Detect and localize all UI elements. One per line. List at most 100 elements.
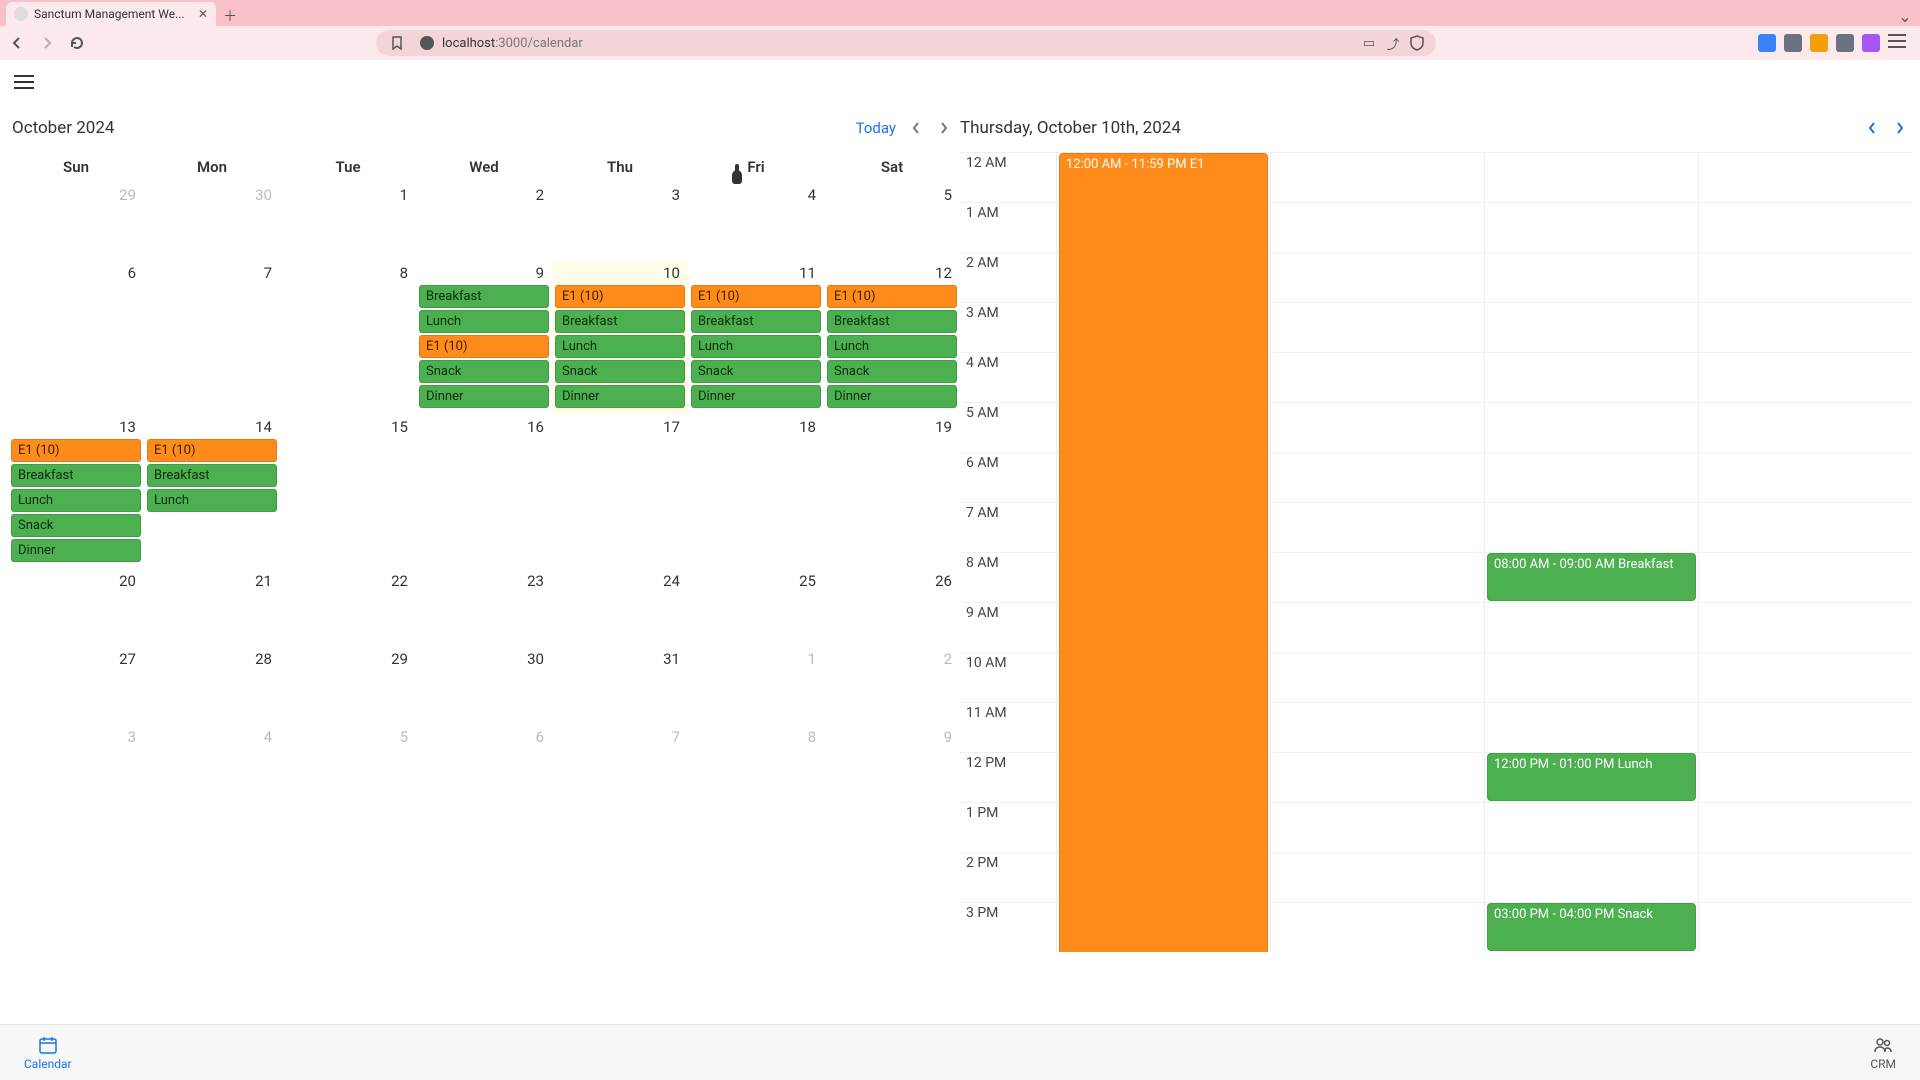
extension-icon[interactable] [1810, 34, 1828, 52]
month-event[interactable]: Snack [11, 514, 141, 537]
day-cell[interactable]: 16 [416, 414, 552, 568]
month-event[interactable]: E1 (10) [555, 285, 685, 308]
month-event[interactable]: Dinner [555, 385, 685, 408]
day-cell[interactable]: 5 [824, 182, 960, 260]
day-cell[interactable]: 6 [8, 260, 144, 414]
month-event[interactable]: Lunch [419, 310, 549, 333]
day-cell[interactable]: 8 [280, 260, 416, 414]
month-prev-button[interactable] [904, 116, 928, 140]
day-cell[interactable]: 29 [8, 182, 144, 260]
bookmark-icon[interactable] [386, 32, 408, 54]
month-event[interactable]: Lunch [147, 489, 277, 512]
month-event[interactable]: Dinner [827, 385, 957, 408]
day-cell[interactable]: 7 [552, 724, 688, 802]
day-cell[interactable]: 28 [144, 646, 280, 724]
month-event[interactable]: Snack [419, 360, 549, 383]
month-event[interactable]: Lunch [827, 335, 957, 358]
day-column[interactable]: 08:00 AM - 09:00 AM Breakfast12:00 PM - … [1484, 153, 1698, 952]
month-event[interactable]: Lunch [11, 489, 141, 512]
day-cell[interactable]: 14E1 (10)BreakfastLunch [144, 414, 280, 568]
day-cell[interactable]: 21 [144, 568, 280, 646]
month-event[interactable]: Breakfast [11, 464, 141, 487]
day-cell[interactable]: 1 [280, 182, 416, 260]
day-cell[interactable]: 26 [824, 568, 960, 646]
reload-button[interactable] [66, 32, 88, 54]
day-column[interactable] [1270, 153, 1484, 952]
shield-icon[interactable] [1408, 34, 1426, 52]
month-next-button[interactable] [932, 116, 956, 140]
day-cell[interactable]: 3 [552, 182, 688, 260]
day-cell[interactable]: 22 [280, 568, 416, 646]
day-cell[interactable]: 18 [688, 414, 824, 568]
month-event[interactable]: E1 (10) [691, 285, 821, 308]
nav-crm[interactable]: CRM [1870, 1035, 1896, 1071]
month-event[interactable]: Dinner [691, 385, 821, 408]
menu-icon[interactable] [14, 75, 34, 89]
month-event[interactable]: Breakfast [147, 464, 277, 487]
month-event[interactable]: Breakfast [419, 285, 549, 308]
day-next-button[interactable] [1888, 116, 1912, 140]
day-cell[interactable]: 27 [8, 646, 144, 724]
chevron-down-icon[interactable]: ⌄ [1890, 7, 1920, 26]
month-event[interactable]: E1 (10) [147, 439, 277, 462]
day-cell[interactable]: 30 [416, 646, 552, 724]
day-event[interactable]: 12:00 AM - 11:59 PM E1 [1059, 153, 1268, 952]
day-cell[interactable]: 25 [688, 568, 824, 646]
day-cell[interactable]: 13E1 (10)BreakfastLunchSnackDinner [8, 414, 144, 568]
new-tab-button[interactable]: ＋ [220, 6, 240, 26]
browser-tab[interactable]: Sanctum Management We... ✕ [6, 2, 216, 26]
day-prev-button[interactable] [1860, 116, 1884, 140]
day-cell[interactable]: 10E1 (10)BreakfastLunchSnackDinner [552, 260, 688, 414]
day-column[interactable] [1698, 153, 1912, 952]
day-cell[interactable]: 11E1 (10)BreakfastLunchSnackDinner [688, 260, 824, 414]
day-cell[interactable]: 9 [824, 724, 960, 802]
forward-button[interactable] [36, 32, 58, 54]
day-cell[interactable]: 12E1 (10)BreakfastLunchSnackDinner [824, 260, 960, 414]
day-column[interactable]: 12:00 AM - 11:59 PM E1 [1056, 153, 1270, 952]
nav-calendar[interactable]: Calendar [24, 1035, 72, 1071]
day-cell[interactable]: 4 [144, 724, 280, 802]
share-icon[interactable]: ⤴ [1384, 34, 1402, 52]
month-event[interactable]: Dinner [419, 385, 549, 408]
day-cell[interactable]: 23 [416, 568, 552, 646]
day-cell[interactable]: 3 [8, 724, 144, 802]
day-event[interactable]: 03:00 PM - 04:00 PM Snack [1487, 903, 1696, 951]
address-bar[interactable]: localhost:3000/calendar ▭ ⤴ [376, 30, 1436, 56]
extension-icon[interactable] [1758, 34, 1776, 52]
extension-icon[interactable] [1784, 34, 1802, 52]
month-event[interactable]: Breakfast [827, 310, 957, 333]
month-event[interactable]: Dinner [11, 539, 141, 562]
day-cell[interactable]: 2 [824, 646, 960, 724]
day-cell[interactable]: 24 [552, 568, 688, 646]
day-cell[interactable]: 4 [688, 182, 824, 260]
day-cell[interactable]: 9BreakfastLunchE1 (10)SnackDinner [416, 260, 552, 414]
month-event[interactable]: Lunch [691, 335, 821, 358]
month-event[interactable]: Snack [691, 360, 821, 383]
browser-menu-icon[interactable] [1888, 34, 1906, 48]
day-cell[interactable]: 7 [144, 260, 280, 414]
month-event[interactable]: E1 (10) [11, 439, 141, 462]
day-schedule[interactable]: 12 AM1 AM2 AM3 AM4 AM5 AM6 AM7 AM8 AM9 A… [960, 152, 1912, 952]
day-cell[interactable]: 30 [144, 182, 280, 260]
month-event[interactable]: E1 (10) [827, 285, 957, 308]
day-cell[interactable]: 17 [552, 414, 688, 568]
close-icon[interactable]: ✕ [198, 7, 208, 21]
day-cell[interactable]: 8 [688, 724, 824, 802]
day-cell[interactable]: 19 [824, 414, 960, 568]
month-event[interactable]: Snack [555, 360, 685, 383]
back-button[interactable] [6, 32, 28, 54]
site-info-icon[interactable] [420, 36, 434, 50]
day-cell[interactable]: 1 [688, 646, 824, 724]
download-icon[interactable] [1836, 34, 1854, 52]
day-cell[interactable]: 29 [280, 646, 416, 724]
month-event[interactable]: Lunch [555, 335, 685, 358]
extension-icon[interactable] [1862, 34, 1880, 52]
month-event[interactable]: E1 (10) [419, 335, 549, 358]
day-cell[interactable]: 5 [280, 724, 416, 802]
day-cell[interactable]: 6 [416, 724, 552, 802]
day-cell[interactable]: 20 [8, 568, 144, 646]
reader-icon[interactable]: ▭ [1360, 34, 1378, 52]
day-cell[interactable]: 31 [552, 646, 688, 724]
day-cell[interactable]: 15 [280, 414, 416, 568]
day-cell[interactable]: 2 [416, 182, 552, 260]
